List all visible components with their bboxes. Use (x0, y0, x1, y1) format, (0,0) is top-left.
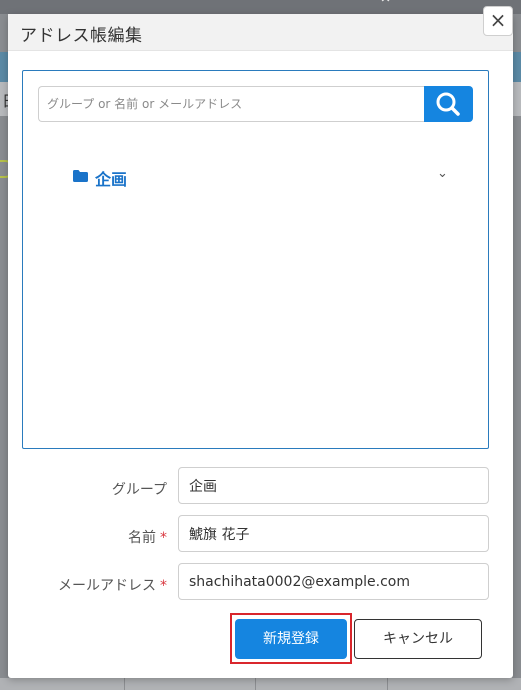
search-button[interactable] (424, 86, 473, 122)
name-field-label: 名前 * (17, 527, 167, 547)
name-field-label-text: 名前 (128, 530, 156, 546)
address-book-edit-dialog: アドレス帳編集 × 企画 ⌄ グループ 名前* メールアドレス* 新規登録 キ (8, 6, 513, 678)
dialog-title: アドレス帳編集 (20, 26, 143, 46)
group-tree-item-label: 企画 (95, 170, 128, 189)
chevron-down-icon[interactable]: ⌄ (437, 166, 448, 181)
close-button[interactable]: × (483, 6, 513, 36)
group-tree-item-kikaku[interactable]: 企画 ⌄ (73, 165, 453, 189)
email-field-label-text: メールアドレス (58, 578, 156, 594)
group-field-label: グループ (17, 479, 167, 499)
search-input[interactable] (38, 86, 424, 122)
folder-icon (73, 170, 88, 182)
group-field-label-text: グループ (111, 482, 167, 498)
group-field[interactable] (178, 467, 489, 504)
email-field-label: メールアドレス * (17, 575, 167, 595)
background-top-bar (0, 0, 521, 14)
address-search-panel: 企画 ⌄ (22, 70, 489, 449)
required-mark: * (160, 530, 167, 546)
background-bottom-table (0, 678, 521, 690)
background-table-divider (387, 678, 388, 690)
cancel-button[interactable]: キャンセル (354, 619, 482, 659)
dialog-header: アドレス帳編集 (8, 14, 513, 51)
background-table-divider (255, 678, 256, 690)
required-mark: * (160, 578, 167, 594)
name-field[interactable] (178, 515, 489, 552)
background-collapse-chevron-icon: ⌃ (378, 0, 394, 15)
search-icon (436, 92, 460, 116)
email-field[interactable] (178, 563, 489, 600)
background-table-divider (124, 678, 125, 690)
register-button[interactable]: 新規登録 (235, 619, 347, 659)
